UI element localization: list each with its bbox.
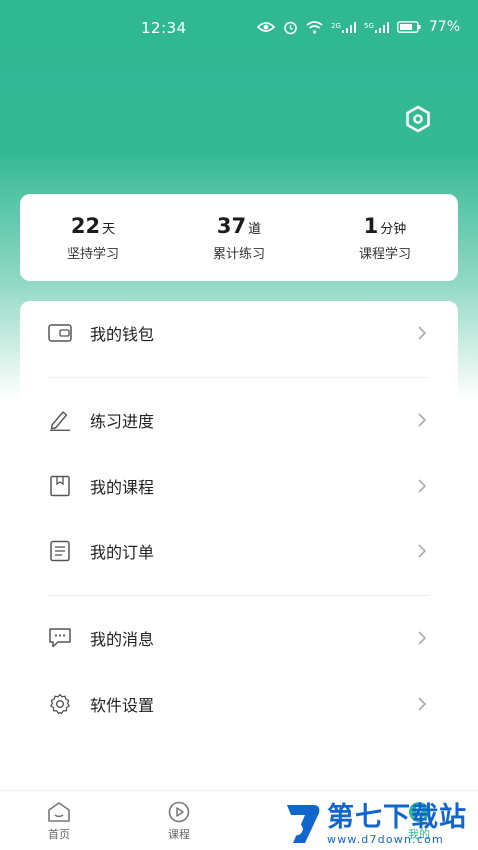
menu-label: 软件设置 (90, 696, 155, 715)
stat-value: 37 (216, 213, 247, 238)
network-label-a: 2G (331, 21, 341, 30)
divider (48, 377, 430, 378)
watermark-title: 第七下载站 (327, 801, 467, 833)
nav-label: 首页 (48, 828, 70, 841)
menu-card: 我的钱包 练习进度 我的课程 我的订单 我的消息 软件设置 (20, 301, 458, 771)
menu-item-my-messages[interactable]: 我的消息 (20, 610, 458, 666)
signal-icon-b: 5G (363, 21, 389, 33)
chevron-right-icon (418, 697, 427, 711)
stat-practice-count[interactable]: 37 道 累计练习 (179, 214, 299, 262)
watermark-text: 第七下载站 www.d7down.com (327, 801, 467, 846)
watermark: 第七下载站 www.d7down.com (283, 798, 478, 850)
stat-value: 22 (70, 213, 101, 238)
menu-item-my-orders[interactable]: 我的订单 (20, 523, 458, 579)
wallet-icon (48, 321, 72, 345)
menu-item-wallet[interactable]: 我的钱包 (20, 305, 458, 361)
play-icon (168, 801, 190, 823)
stat-value-row: 22 天 (33, 214, 153, 238)
menu-label: 我的课程 (90, 478, 155, 497)
watermark-url: www.d7down.com (327, 832, 444, 846)
signal-icon-a: 2G (331, 21, 356, 33)
stat-label: 累计练习 (212, 246, 265, 262)
status-time: 12:34 (141, 19, 187, 37)
document-icon (48, 539, 72, 563)
eye-icon (257, 22, 276, 32)
menu-label: 我的消息 (90, 630, 155, 649)
battery-icon (396, 21, 421, 33)
chevron-right-icon (418, 479, 427, 493)
d7-logo-icon (287, 805, 320, 843)
menu-item-my-courses[interactable]: 我的课程 (20, 458, 458, 514)
bookmark-icon (48, 474, 72, 498)
hexagon-settings-icon (406, 105, 430, 133)
settings-button[interactable] (401, 102, 435, 136)
stat-value-row: 37 道 (179, 214, 299, 238)
menu-label: 我的钱包 (90, 325, 155, 344)
stat-unit: 道 (248, 221, 262, 237)
nav-label: 课程 (168, 828, 190, 841)
divider (48, 595, 430, 596)
nav-item-courses[interactable]: 课程 (149, 801, 209, 842)
stats-card: 22 天 坚持学习 37 道 累计练习 1 分钟 课程学习 (20, 194, 458, 281)
gear-icon (48, 692, 72, 716)
chevron-right-icon (418, 326, 427, 340)
pencil-icon (48, 408, 72, 432)
stat-label: 坚持学习 (66, 246, 119, 262)
chevron-right-icon (418, 544, 427, 558)
battery-percentage: 77% (428, 19, 460, 35)
stat-unit: 天 (102, 221, 116, 237)
stat-label: 课程学习 (358, 246, 411, 262)
menu-item-software-settings[interactable]: 软件设置 (20, 676, 458, 732)
stat-unit: 分钟 (380, 221, 407, 237)
menu-label: 我的订单 (90, 543, 155, 562)
wifi-icon (306, 20, 323, 34)
nav-item-home[interactable]: 首页 (29, 801, 89, 842)
menu-item-practice-progress[interactable]: 练习进度 (20, 392, 458, 448)
chevron-right-icon (418, 631, 427, 645)
stat-value-row: 1 分钟 (325, 214, 445, 238)
stat-study-days[interactable]: 22 天 坚持学习 (33, 214, 153, 262)
stat-value: 1 (363, 213, 379, 238)
chevron-right-icon (418, 413, 427, 427)
home-icon (48, 802, 70, 822)
alarm-icon (284, 21, 297, 34)
status-icons: 2G 5G 77% (257, 19, 460, 35)
status-bar: 12:34 2G 5G 77% (0, 0, 478, 56)
chat-icon (48, 626, 72, 650)
menu-label: 练习进度 (90, 412, 155, 431)
stat-course-time[interactable]: 1 分钟 课程学习 (325, 214, 445, 262)
network-label-b: 5G (363, 21, 374, 30)
